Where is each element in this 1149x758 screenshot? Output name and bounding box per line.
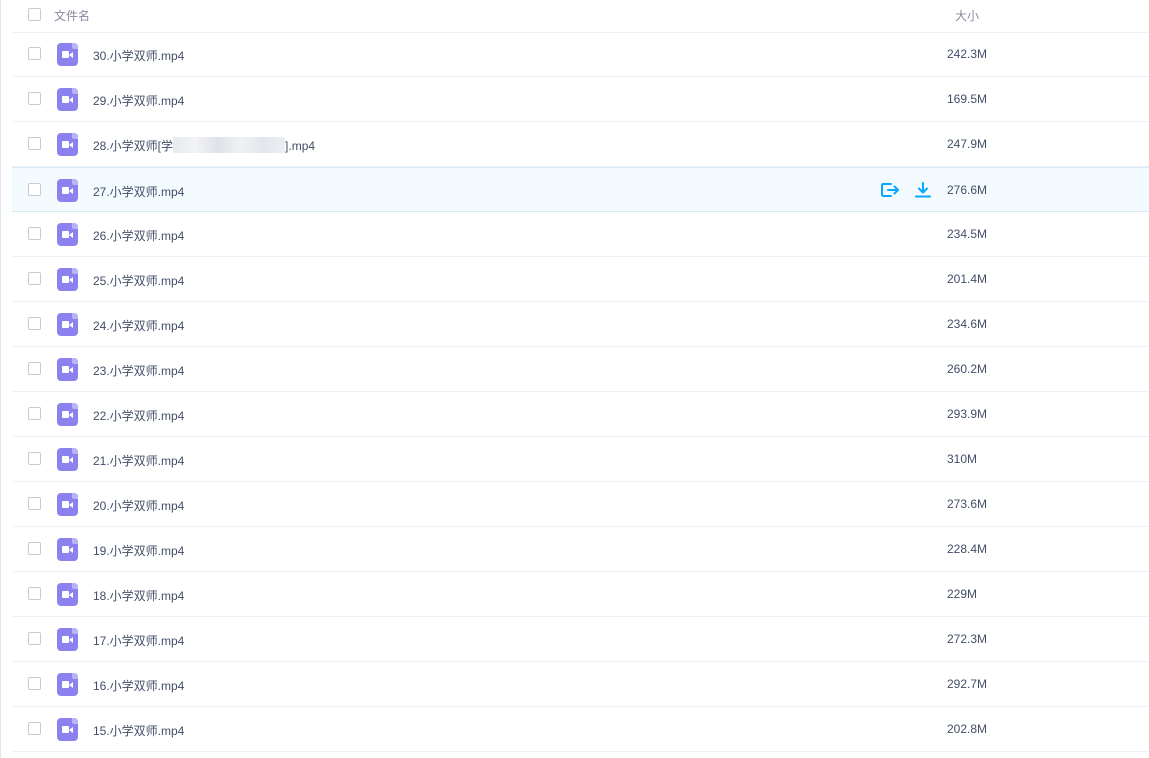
row-checkbox[interactable] xyxy=(28,317,41,330)
video-file-icon xyxy=(57,718,78,741)
video-file-icon xyxy=(57,583,78,606)
file-size: 202.8M xyxy=(947,722,988,736)
file-size: 292.7M xyxy=(947,677,988,691)
file-list-header: 文件名 大小 xyxy=(12,0,1149,33)
file-size: 234.6M xyxy=(947,317,988,331)
file-row[interactable]: 21.小学双师.mp4 310M xyxy=(12,437,1149,482)
file-name[interactable]: 23.小学双师.mp4 xyxy=(93,362,184,379)
file-name[interactable]: 27.小学双师.mp4 xyxy=(93,183,184,200)
file-size: 229M xyxy=(947,587,978,601)
video-file-icon xyxy=(57,88,78,111)
video-file-icon xyxy=(57,673,78,696)
file-row[interactable]: 24.小学双师.mp4 234.6M xyxy=(12,302,1149,347)
file-name[interactable]: 30.小学双师.mp4 xyxy=(93,47,184,64)
file-row[interactable]: 30.小学双师.mp4 242.3M xyxy=(12,32,1149,77)
file-size: 201.4M xyxy=(947,272,988,286)
file-size: 169.5M xyxy=(947,92,988,106)
video-file-icon xyxy=(57,268,78,291)
video-file-icon xyxy=(57,179,78,202)
file-size: 272.3M xyxy=(947,632,988,646)
file-row[interactable]: 26.小学双师.mp4 234.5M xyxy=(12,212,1149,257)
file-size: 234.5M xyxy=(947,227,988,241)
column-header-size[interactable]: 大小 xyxy=(955,7,979,24)
file-size: 293.9M xyxy=(947,407,988,421)
file-size: 242.3M xyxy=(947,47,988,61)
file-row[interactable]: 20.小学双师.mp4 273.6M xyxy=(12,482,1149,527)
row-checkbox[interactable] xyxy=(28,137,41,150)
file-row[interactable]: 25.小学双师.mp4 201.4M xyxy=(12,257,1149,302)
panel-left-border xyxy=(0,0,1,758)
video-file-icon xyxy=(57,358,78,381)
row-checkbox[interactable] xyxy=(28,47,41,60)
row-checkbox[interactable] xyxy=(28,632,41,645)
file-name-suffix: ].mp4 xyxy=(285,139,316,153)
row-checkbox[interactable] xyxy=(28,183,41,196)
file-name[interactable]: 22.小学双师.mp4 xyxy=(93,407,184,424)
row-checkbox[interactable] xyxy=(28,227,41,240)
select-all-checkbox[interactable] xyxy=(28,8,41,21)
file-row[interactable]: 18.小学双师.mp4 229M xyxy=(12,572,1149,617)
row-checkbox[interactable] xyxy=(28,497,41,510)
file-list: 30.小学双师.mp4 242.3M 29.小学双师.mp4 169.5M 28.小学双… xyxy=(12,32,1149,752)
file-name[interactable]: 19.小学双师.mp4 xyxy=(93,542,184,559)
file-name[interactable]: 16.小学双师.mp4 xyxy=(93,677,184,694)
video-file-icon xyxy=(57,223,78,246)
file-size: 260.2M xyxy=(947,362,988,376)
row-checkbox[interactable] xyxy=(28,272,41,285)
file-size: 247.9M xyxy=(947,137,988,151)
row-checkbox[interactable] xyxy=(28,542,41,555)
file-row[interactable]: 16.小学双师.mp4 292.7M xyxy=(12,662,1149,707)
file-name[interactable]: 25.小学双师.mp4 xyxy=(93,272,184,289)
file-name[interactable]: 17.小学双师.mp4 xyxy=(93,632,184,649)
video-file-icon xyxy=(57,538,78,561)
row-actions xyxy=(880,181,932,199)
row-checkbox[interactable] xyxy=(28,92,41,105)
file-name[interactable]: 18.小学双师.mp4 xyxy=(93,587,184,604)
video-file-icon xyxy=(57,403,78,426)
file-name[interactable]: 28.小学双师[学 ].mp4 xyxy=(93,137,315,154)
row-checkbox[interactable] xyxy=(28,452,41,465)
file-name-prefix: 28.小学双师[学 xyxy=(93,139,174,153)
file-name[interactable]: 26.小学双师.mp4 xyxy=(93,227,184,244)
column-header-name[interactable]: 文件名 xyxy=(54,7,90,24)
file-row[interactable]: 29.小学双师.mp4 169.5M xyxy=(12,77,1149,122)
share-icon[interactable] xyxy=(880,181,900,199)
file-name[interactable]: 29.小学双师.mp4 xyxy=(93,92,184,109)
file-row[interactable]: 15.小学双师.mp4 202.8M xyxy=(12,707,1149,752)
video-file-icon xyxy=(57,628,78,651)
file-size: 310M xyxy=(947,452,978,466)
file-name[interactable]: 21.小学双师.mp4 xyxy=(93,452,184,469)
row-checkbox[interactable] xyxy=(28,587,41,600)
file-row[interactable]: 17.小学双师.mp4 272.3M xyxy=(12,617,1149,662)
row-checkbox[interactable] xyxy=(28,362,41,375)
video-file-icon xyxy=(57,43,78,66)
file-name[interactable]: 20.小学双师.mp4 xyxy=(93,497,184,514)
file-row[interactable]: 23.小学双师.mp4 260.2M xyxy=(12,347,1149,392)
file-row[interactable]: 22.小学双师.mp4 293.9M xyxy=(12,392,1149,437)
redacted-text xyxy=(173,137,286,153)
video-file-icon xyxy=(57,133,78,156)
download-icon[interactable] xyxy=(914,181,932,199)
file-row[interactable]: 27.小学双师.mp4 276.6M xyxy=(12,167,1149,212)
video-file-icon xyxy=(57,313,78,336)
row-checkbox[interactable] xyxy=(28,722,41,735)
file-row[interactable]: 19.小学双师.mp4 228.4M xyxy=(12,527,1149,572)
file-row[interactable]: 28.小学双师[学 ].mp4 247.9M xyxy=(12,122,1149,167)
file-name[interactable]: 15.小学双师.mp4 xyxy=(93,722,184,739)
file-name[interactable]: 24.小学双师.mp4 xyxy=(93,317,184,334)
row-checkbox[interactable] xyxy=(28,677,41,690)
file-size: 276.6M xyxy=(947,183,988,197)
row-checkbox[interactable] xyxy=(28,407,41,420)
file-size: 273.6M xyxy=(947,497,988,511)
file-size: 228.4M xyxy=(947,542,988,556)
video-file-icon xyxy=(57,493,78,516)
video-file-icon xyxy=(57,448,78,471)
